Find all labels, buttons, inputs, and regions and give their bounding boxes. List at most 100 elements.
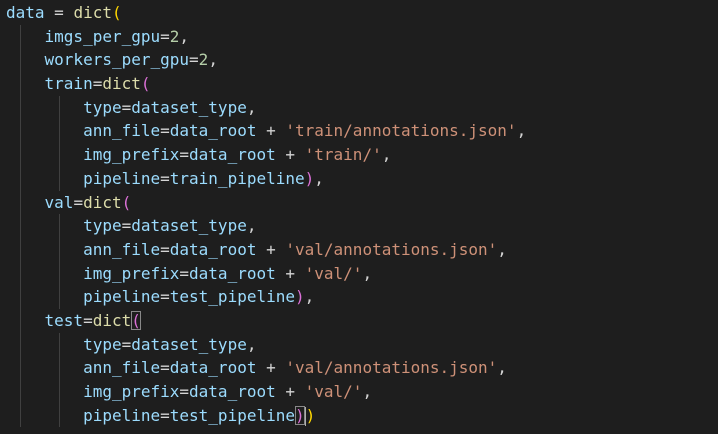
- operator-token: =: [160, 287, 170, 307]
- code-line[interactable]: imgs_per_gpu=2,: [6, 24, 526, 49]
- function-token: dict: [83, 192, 122, 212]
- indent-guide: [59, 403, 60, 428]
- identifier-token: train: [44, 74, 93, 94]
- indent-guide: [59, 380, 60, 404]
- code-line[interactable]: ann_file=data_root + 'val/annotations.js…: [6, 356, 526, 380]
- code-line[interactable]: ann_file=data_root + 'train/annotations.…: [6, 119, 527, 144]
- bracket-token: ): [305, 405, 316, 425]
- identifier-token: data_root: [169, 358, 257, 378]
- identifier-token: workers_per_gpu: [44, 50, 190, 70]
- operator-token: =: [160, 239, 170, 259]
- identifier-token: data_root: [189, 382, 276, 401]
- code-line[interactable]: pipeline=test_pipeline)): [6, 403, 526, 428]
- identifier-token: test: [44, 310, 84, 330]
- code-line[interactable]: data = dict(: [6, 1, 526, 25]
- code-line[interactable]: val=dict(: [6, 190, 526, 215]
- operator-token: =: [44, 3, 74, 22]
- indent-guide: [20, 24, 21, 49]
- indent-guide: [20, 403, 21, 428]
- code-line[interactable]: test=dict(: [6, 308, 526, 333]
- indent-guide: [20, 285, 21, 309]
- punctuation-token: ,: [497, 239, 507, 259]
- code-line[interactable]: workers_per_gpu=2,: [6, 48, 526, 73]
- string-token: 'train/': [304, 145, 382, 165]
- punctuation-token: ,: [362, 263, 373, 283]
- number-token: 2: [169, 26, 180, 46]
- identifier-token: ann_file: [83, 358, 161, 378]
- code-line[interactable]: img_prefix=data_root + 'val/',: [6, 380, 526, 404]
- identifier-token: data_root: [189, 145, 276, 165]
- identifier-token: data_root: [189, 263, 276, 283]
- code-line[interactable]: type=dataset_type,: [6, 214, 526, 238]
- operator-token: =: [160, 358, 170, 378]
- code-line[interactable]: pipeline=train_pipeline),: [6, 166, 526, 191]
- indent-guide: [59, 332, 60, 357]
- code-line[interactable]: pipeline=test_pipeline),: [6, 285, 526, 309]
- string-token: 'val/annotations.json': [285, 358, 498, 378]
- indent-guide: [20, 95, 21, 120]
- string-token: 'train/annotations.json': [285, 121, 517, 141]
- identifier-token: imgs_per_gpu: [44, 26, 161, 46]
- indent-guide: [20, 143, 21, 167]
- operator-token: +: [275, 263, 305, 283]
- code-line[interactable]: type=dataset_type,: [6, 95, 526, 120]
- indent-guide: [59, 119, 60, 144]
- string-token: 'val/': [304, 263, 363, 283]
- indent-guide: [20, 332, 21, 357]
- code-line[interactable]: img_prefix=data_root + 'train/',: [6, 143, 526, 167]
- code-editor[interactable]: data = dict( imgs_per_gpu=2, workers_per…: [0, 0, 718, 434]
- indent-guide: [20, 119, 21, 144]
- indent-guide: [20, 72, 21, 96]
- operator-token: =: [179, 263, 190, 283]
- code-line[interactable]: ann_file=data_root + 'val/annotations.js…: [6, 237, 526, 262]
- identifier-token: val: [44, 192, 74, 212]
- function-token: dict: [102, 74, 141, 94]
- number-token: 2: [198, 50, 209, 70]
- operator-token: =: [121, 334, 132, 354]
- operator-token: +: [275, 145, 305, 165]
- identifier-token: dataset_type: [131, 216, 247, 236]
- code-line[interactable]: train=dict(: [6, 72, 526, 96]
- identifier-token: img_prefix: [83, 263, 180, 283]
- indent-guide: [20, 190, 21, 215]
- indent-guide: [59, 166, 60, 191]
- matched-bracket-token: (: [131, 310, 141, 330]
- indent-guide: [59, 261, 60, 286]
- string-token: 'val/annotations.json': [285, 239, 498, 259]
- indent-guide: [20, 48, 21, 73]
- indent-guide: [20, 308, 21, 333]
- bracket-token: (: [121, 192, 132, 212]
- indent-guide: [20, 261, 21, 286]
- string-token: 'val/': [304, 382, 363, 401]
- indent-guide: [20, 166, 21, 191]
- operator-token: =: [189, 50, 199, 70]
- operator-token: =: [73, 192, 84, 212]
- indent-guide: [59, 214, 60, 238]
- identifier-token: ann_file: [83, 239, 161, 259]
- indent-guide: [59, 143, 60, 167]
- identifier-token: data: [6, 3, 45, 22]
- code-line[interactable]: type=dataset_type,: [6, 332, 526, 357]
- operator-token: =: [179, 145, 190, 165]
- punctuation-token: ,: [362, 382, 373, 401]
- identifier-token: test_pipeline: [169, 287, 295, 307]
- punctuation-token: ,: [304, 287, 315, 307]
- code-line[interactable]: img_prefix=data_root + 'val/',: [6, 261, 526, 286]
- identifier-token: dataset_type: [131, 334, 247, 354]
- identifier-token: type: [83, 216, 122, 236]
- code-area[interactable]: data = dict( imgs_per_gpu=2, workers_per…: [6, 1, 527, 428]
- punctuation-token: ,: [516, 121, 527, 141]
- punctuation-token: ,: [314, 168, 324, 188]
- operator-token: =: [160, 405, 170, 425]
- identifier-token: img_prefix: [83, 382, 180, 401]
- operator-token: +: [256, 239, 286, 259]
- identifier-token: train_pipeline: [169, 168, 305, 188]
- identifier-token: data_root: [169, 239, 257, 259]
- identifier-token: pipeline: [83, 287, 161, 307]
- identifier-token: dataset_type: [131, 97, 247, 117]
- indent-guide: [59, 237, 60, 262]
